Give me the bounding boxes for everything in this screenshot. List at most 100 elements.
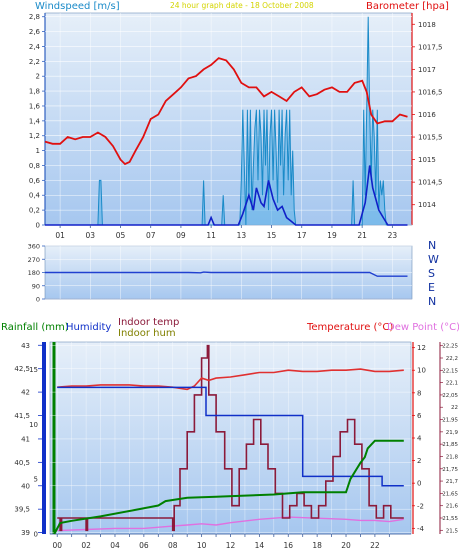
indoor-temp-tick-label: 21,65 [442,491,458,497]
windspeed-tick-label: 0 [36,222,40,230]
windspeed-tick-label: 0,2 [29,207,40,215]
barometer-tick-label: 1017 [418,66,436,74]
time-tick-label: 10 [197,541,207,550]
windspeed-tick-label: 2,2 [29,58,40,66]
rainfall-tick-label: 5 [34,476,38,484]
chart-date-title: 24 hour graph date - 18 October 2008 [170,1,314,10]
indoor-temp-tick-label: 21,55 [442,516,458,522]
windspeed-tick-label: 1,4 [29,117,41,125]
rainfall-axis-label: Rainfall (mm) [1,322,69,333]
time-tick-label: 06 [139,541,149,550]
windspeed-tick-label: 2,6 [29,28,41,36]
time-tick-label: 12 [226,541,236,550]
barometer-tick-label: 1016 [418,111,436,119]
temperature-axis-label: Temperature (°C) [306,322,393,333]
humidity-tick-label: 39,5 [14,506,30,514]
barometer-axis-label: Barometer [hpa] [366,1,449,12]
direction-tick-label: 90 [32,282,40,290]
temperature-tick-label: -2 [417,502,424,510]
time-tick-label: 09 [176,231,186,240]
time-tick-label: 18 [312,541,322,550]
barometer-tick-label: 1015,5 [418,134,443,142]
compass-label: E [428,281,435,294]
time-tick-label: 22 [370,541,380,550]
windspeed-tick-label: 0,8 [29,162,40,170]
compass-label: N [428,295,436,308]
rainfall-tick-label: 0 [34,531,38,539]
indoor-temp-tick-label: 22,15 [442,368,458,374]
time-tick-label: 07 [146,231,156,240]
direction-tick-label: 180 [28,269,40,277]
time-tick-label: 11 [206,231,216,240]
indoor-hum-label: Indoor hum [118,328,176,339]
time-tick-label: 19 [327,231,337,240]
indoor-temp-tick-label: 22,1 [446,381,458,387]
indoor-temp-tick-label: 21,6 [446,504,459,510]
time-tick-label: 17 [297,231,307,240]
indoor-temp-tick-label: 21,75 [442,467,458,473]
time-tick-label: 21 [357,231,367,240]
indoor-temp-tick-label: 21,85 [442,442,458,448]
indoor-temp-tick-label: 21,5 [446,528,459,534]
humidity-tick-label: 40 [21,482,30,490]
compass-label: N [428,239,436,252]
temperature-tick-label: 2 [417,457,421,465]
indoor-temp-tick-label: 21,95 [442,418,458,424]
barometer-tick-label: 1014 [418,201,436,209]
indoor-temp-tick-label: 21,7 [446,479,459,485]
indoor-temp-tick-label: 22,05 [442,393,458,399]
compass-label: S [428,267,435,280]
time-tick-label: 15 [267,231,277,240]
temperature-tick-label: 12 [417,344,426,352]
windspeed-tick-label: 1,8 [29,88,40,96]
windspeed-tick-label: 2,8 [29,13,40,21]
windspeed-tick-label: 2 [36,73,40,81]
humidity-tick-label: 42 [21,389,30,397]
barometer-tick-label: 1017,5 [418,43,443,51]
indoor-temp-tick-label: 22,2 [446,356,458,362]
rainfall-tick-label: 15 [29,366,38,374]
dewpoint-axis-label: Dew Point (°C) [387,322,459,333]
indoor-temp-tick-label: 22,25 [442,344,458,350]
indoor-temp-label: Indoor temp [118,317,179,328]
barometer-tick-label: 1018 [418,21,436,29]
time-tick-label: 02 [81,541,91,550]
windspeed-tick-label: 1,6 [29,102,41,110]
direction-tick-label: 360 [28,243,40,251]
windspeed-axis-label: Windspeed [m/s] [35,1,120,12]
time-tick-label: 16 [283,541,293,550]
temperature-tick-label: -4 [417,525,425,533]
indoor-temp-tick-label: 21,8 [446,454,459,460]
indoor-temp-tick-label: 22 [451,405,458,411]
windspeed-tick-label: 0,4 [29,192,41,200]
time-tick-label: 04 [110,541,120,550]
windspeed-tick-label: 1,2 [29,132,40,140]
temperature-tick-label: 10 [417,367,426,375]
indoor-temp-tick-label: 21,9 [446,430,459,436]
time-tick-label: 14 [255,541,265,550]
barometer-tick-label: 1014,5 [418,179,443,187]
time-tick-label: 05 [116,231,126,240]
windspeed-tick-label: 2,4 [29,43,41,51]
humidity-axis-label: Humidity [66,322,111,333]
humidity-tick-label: 39 [21,529,30,537]
weather-graphs-window: Windspeed [m/s] 24 hour graph date - 18 … [0,0,459,555]
temperature-tick-label: 8 [417,389,421,397]
weather-graphs-canvas: Windspeed [m/s] 24 hour graph date - 18 … [0,0,459,555]
humidity-tick-label: 41 [21,435,30,443]
compass-label: W [428,253,439,266]
time-tick-label: 23 [388,231,398,240]
time-tick-label: 13 [237,231,247,240]
humidity-tick-label: 41,5 [14,412,30,420]
time-tick-label: 20 [341,541,351,550]
barometer-tick-label: 1016,5 [418,88,443,96]
temperature-tick-label: 6 [417,412,422,420]
temperature-tick-label: 0 [417,480,421,488]
humidity-tick-label: 42,5 [14,365,30,373]
barometer-tick-label: 1015 [418,156,436,164]
time-tick-label: 08 [168,541,178,550]
windspeed-tick-label: 0,6 [29,177,41,185]
rainfall-tick-label: 10 [29,421,38,429]
humidity-tick-label: 40,5 [14,459,30,467]
temperature-tick-label: 4 [417,435,422,443]
